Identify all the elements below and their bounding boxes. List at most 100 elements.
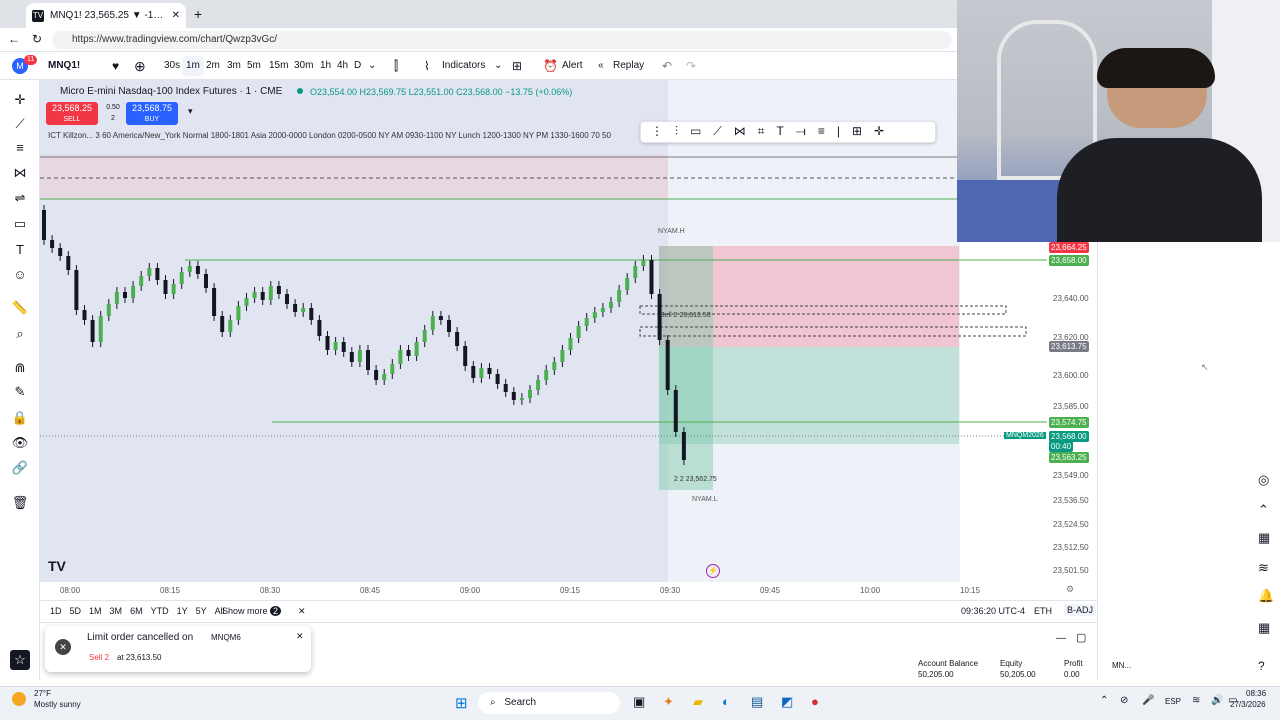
trading-icon[interactable]: ⌃	[1258, 502, 1269, 518]
text-icon[interactable]: T	[10, 240, 30, 260]
language-indicator[interactable]: ESP	[1165, 697, 1181, 706]
order-label[interactable]: Sell 2 23,613.50	[660, 312, 711, 319]
watch-icon[interactable]: ♥	[112, 52, 119, 80]
taskbar-search[interactable]: ⌕ Search	[478, 692, 620, 714]
shape-icon[interactable]: ▭	[10, 214, 30, 234]
edge-icon[interactable]: ◐	[722, 694, 730, 709]
adjustment-toggle[interactable]: B-ADJ	[1064, 604, 1097, 616]
indicator-legend[interactable]: ICT Killzon... 3 60 America/New_York Nor…	[48, 131, 643, 140]
copilot-icon[interactable]: ✦	[663, 694, 674, 710]
alert-button[interactable]: Alert	[562, 52, 583, 80]
line-icon[interactable]: ⟋	[713, 124, 721, 140]
weather-icon[interactable]	[12, 692, 26, 706]
redo-icon[interactable]: ↷	[686, 52, 696, 80]
qty-box[interactable]: 0.50 2	[102, 102, 124, 125]
clock[interactable]: 09:36:20 UTC-4	[961, 606, 1025, 616]
drag-handle-icon[interactable]: ⋮	[651, 124, 663, 140]
clock-time[interactable]: 08:36	[1246, 689, 1266, 698]
chevron-down-icon[interactable]: ⌄	[368, 52, 376, 80]
order-toast[interactable]: ✕ Limit order cancelled on MNQM6 Sell 2 …	[45, 626, 311, 672]
compare-icon[interactable]: ⊕	[134, 52, 146, 80]
clock-date[interactable]: 27/3/2026	[1230, 700, 1266, 709]
pattern-icon[interactable]: ⋈	[10, 163, 30, 183]
timeframe-2m[interactable]: 2m	[202, 52, 224, 80]
stream-icon[interactable]: ≋	[1258, 560, 1269, 576]
indicators-button[interactable]: Indicators	[442, 52, 485, 80]
instrument-title[interactable]: Micro E-mini Nasdaq-100 Index Futures · …	[60, 86, 282, 97]
fib-icon[interactable]: ≡	[10, 138, 30, 158]
timeframe-15m[interactable]: 15m	[265, 52, 292, 80]
event-icon[interactable]: ⚡	[706, 564, 720, 578]
undo-icon[interactable]: ↶	[662, 52, 672, 80]
range-3m[interactable]: 3M	[110, 606, 123, 616]
timeframe-30m[interactable]: 30m	[290, 52, 317, 80]
back-icon[interactable]: ←	[8, 32, 20, 46]
range-5y[interactable]: 5Y	[196, 606, 207, 616]
store-icon[interactable]: ▤	[751, 694, 763, 710]
minimize-icon[interactable]: —	[1056, 633, 1066, 644]
timeframe-1m[interactable]: 1m	[182, 56, 204, 76]
range-1m[interactable]: 1M	[89, 606, 102, 616]
close-icon[interactable]: ✕	[298, 606, 306, 617]
frame-icon[interactable]: ⊞	[852, 124, 862, 140]
crosshair-tool-icon[interactable]: ✛	[874, 124, 884, 140]
timeframe-30s[interactable]: 30s	[160, 52, 184, 80]
templates-icon[interactable]: ⊞	[512, 52, 522, 80]
emoji-icon[interactable]: ☺	[10, 265, 30, 285]
calendar-icon[interactable]: ▦	[1258, 530, 1270, 546]
network-off-icon[interactable]: ⊘	[1120, 695, 1128, 706]
path-icon[interactable]: ⋈	[734, 124, 746, 140]
forecast-icon[interactable]: ⇌	[10, 188, 30, 208]
mic-icon[interactable]: 🎤	[1142, 695, 1154, 706]
replay-button[interactable]: Replay	[613, 52, 644, 80]
fib-tool-icon[interactable]: ≡	[818, 124, 825, 140]
symbol-search[interactable]: MNQ1!	[48, 52, 80, 80]
rectangle-icon[interactable]: ▭	[690, 124, 701, 140]
ruler-icon[interactable]: 📏	[10, 298, 30, 318]
lock-icon[interactable]: 🔒	[10, 408, 30, 428]
session-toggle[interactable]: ETH	[1034, 606, 1052, 616]
chevron-down-icon[interactable]: ▾	[188, 106, 193, 117]
sell-button[interactable]: 23,568.25 SELL	[46, 102, 98, 125]
settings-icon[interactable]: ⚙	[1066, 584, 1074, 595]
bell-icon[interactable]: 🔔	[1258, 588, 1274, 604]
measure-icon[interactable]: ⌗	[758, 124, 765, 140]
range-5d[interactable]: 5D	[70, 606, 82, 616]
ray-icon[interactable]: ⟞	[796, 124, 806, 140]
outlook-icon[interactable]: ◩	[781, 694, 793, 710]
link-icon[interactable]: 🔗	[10, 458, 30, 478]
trash-icon[interactable]: 🗑	[10, 493, 30, 513]
volume-icon[interactable]: 🔊	[1211, 695, 1223, 706]
windows-start-icon[interactable]: ⊞	[455, 694, 468, 712]
range-1y[interactable]: 1Y	[177, 606, 188, 616]
crosshair-icon[interactable]: ✛	[10, 90, 30, 110]
tray-chevron-icon[interactable]: ⌃	[1100, 695, 1108, 706]
order-label[interactable]: 2 2 23,562.75	[674, 476, 717, 483]
app-icon[interactable]: ●	[811, 694, 819, 709]
apps-icon[interactable]: ▦	[1258, 620, 1270, 636]
new-tab-icon[interactable]: +	[194, 6, 202, 22]
trend-line-icon[interactable]: ⟋	[10, 114, 30, 134]
draw-mode-icon[interactable]: ✎	[10, 382, 30, 402]
close-tab-icon[interactable]: ✕	[172, 10, 180, 21]
help-icon[interactable]: ?	[1258, 659, 1265, 673]
position-icon[interactable]: ⫶	[675, 124, 678, 140]
magnet-icon[interactable]: ⋒	[10, 358, 30, 378]
vertical-line-icon[interactable]: |	[837, 124, 840, 140]
file-explorer-icon[interactable]: ▰	[693, 694, 703, 710]
timeframe-3m[interactable]: 3m	[223, 52, 245, 80]
target-icon[interactable]: ◎	[1258, 472, 1269, 488]
time-axis[interactable]: 08:00 08:15 08:30 08:45 09:00 09:15 09:30 09:45…	[40, 582, 1047, 600]
text-tool-icon[interactable]: T	[777, 124, 784, 140]
timeframe-D[interactable]: D	[350, 52, 365, 80]
url-input[interactable]: https://www.tradingview.com/chart/Qwzp3v…	[52, 31, 952, 49]
maximize-icon[interactable]: ▢	[1076, 631, 1086, 644]
eye-icon[interactable]: 👁	[10, 433, 30, 453]
chart-area[interactable]: Micro E-mini Nasdaq-100 Index Futures · …	[40, 80, 1097, 600]
broker-symbol[interactable]: MN...	[1112, 661, 1131, 670]
zoom-icon[interactable]: ⌕	[10, 324, 30, 344]
buy-button[interactable]: 23,568.75 BUY	[126, 102, 178, 125]
close-icon[interactable]: ✕	[296, 631, 304, 642]
wifi-icon[interactable]: ≋	[1192, 695, 1200, 706]
reload-icon[interactable]: ↻	[32, 32, 42, 46]
